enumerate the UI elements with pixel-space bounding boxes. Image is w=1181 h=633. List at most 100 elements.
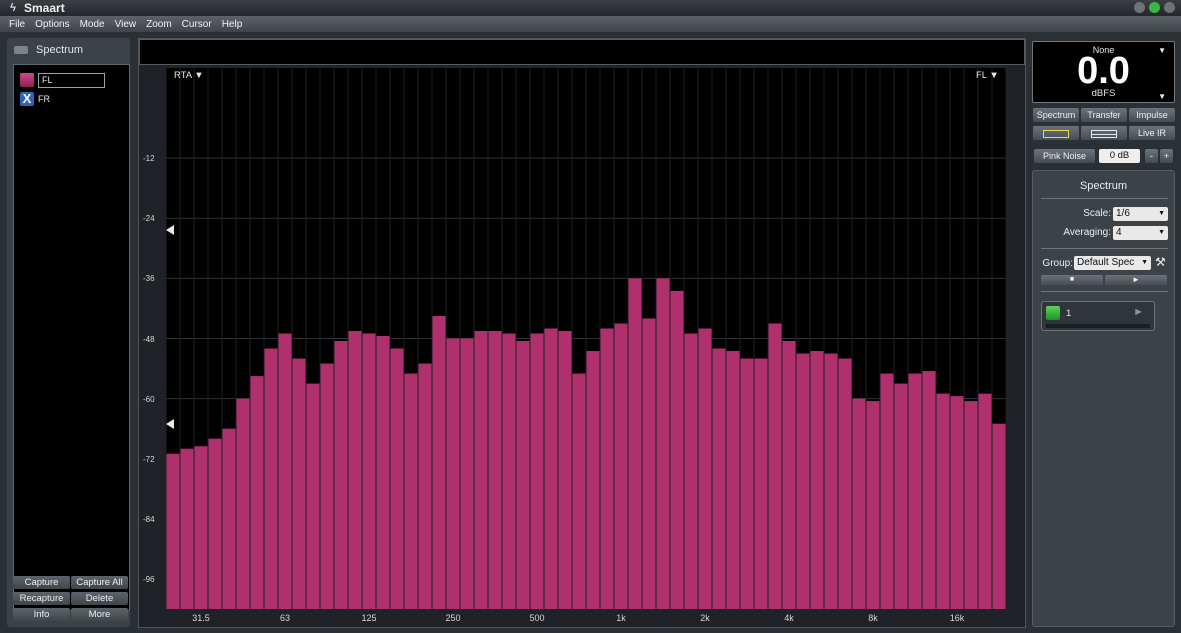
split-view-button[interactable] (1081, 126, 1127, 140)
group-label: Group: (1042, 258, 1073, 269)
y-tick-label: -12 (143, 154, 155, 164)
x-tick-label: 500 (529, 613, 545, 623)
rta-chart (166, 68, 1006, 609)
pink-noise-decrease-button[interactable]: - (1145, 149, 1158, 163)
pink-noise-increase-button[interactable]: + (1160, 149, 1173, 163)
menu-file[interactable]: File (9, 19, 25, 30)
spectrum-bar (418, 363, 432, 609)
live-ir-button[interactable]: Live IR (1129, 126, 1175, 140)
spectrum-bar (544, 328, 558, 609)
spectrum-bar (684, 333, 698, 609)
trace-item-fl[interactable]: FL (20, 72, 105, 88)
delete-button[interactable]: Delete (71, 592, 128, 605)
upper-threshold-marker[interactable] (166, 225, 174, 235)
spectrum-bar (964, 401, 978, 609)
menu-view[interactable]: View (115, 19, 137, 30)
trace-hidden-icon[interactable]: X (20, 92, 34, 106)
meter-unit-dropdown-icon[interactable]: ▼ (1158, 92, 1166, 101)
meter-unit: dBFS (1091, 88, 1116, 99)
spectrum-bar (810, 351, 824, 609)
transfer-mode-button[interactable]: Transfer (1081, 108, 1127, 122)
spectrum-bar (250, 376, 264, 609)
spectrum-bar (320, 363, 334, 609)
scale-value: 1/6 (1116, 208, 1130, 219)
y-tick-label: -84 (143, 514, 155, 524)
trace-panel: Spectrum FL X FR Capture Capture All Rec… (7, 38, 130, 627)
spectrum-bar (600, 328, 614, 609)
spectrum-bar (628, 278, 642, 609)
trace-name: FR (38, 94, 50, 104)
impulse-mode-button[interactable]: Impulse (1129, 108, 1175, 122)
maximize-button[interactable] (1149, 2, 1160, 13)
spectrum-bar (278, 333, 292, 609)
rta-mode-selector[interactable]: RTA ▼ (174, 70, 204, 81)
spectrum-bar (306, 383, 320, 609)
trace-item-fr[interactable]: X FR (20, 91, 50, 107)
trace-name-field[interactable]: FL (38, 72, 105, 88)
spectrum-bar (222, 428, 236, 609)
capture-button[interactable]: Capture (13, 576, 70, 589)
pink-noise-button[interactable]: Pink Noise (1034, 149, 1095, 163)
menu-zoom[interactable]: Zoom (146, 19, 172, 30)
spectrum-bar (726, 351, 740, 609)
trace-selector[interactable]: FL ▼ (976, 70, 999, 81)
spectrum-bar (236, 398, 250, 609)
spectrum-bar (768, 323, 782, 609)
trace-list: FL X FR (13, 64, 130, 611)
single-view-button[interactable] (1033, 126, 1079, 140)
window-title: Smaart (24, 1, 65, 15)
spectrum-bar (502, 333, 516, 609)
spectrum-mode-button[interactable]: Spectrum (1033, 108, 1079, 122)
lower-threshold-marker[interactable] (166, 419, 174, 429)
averaging-label: Averaging: (1063, 227, 1111, 238)
averaging-value: 4 (1116, 227, 1122, 238)
x-tick-label: 1k (616, 613, 626, 623)
minimize-button[interactable] (1134, 2, 1145, 13)
divider (1041, 248, 1168, 249)
spectrum-bar (180, 448, 194, 609)
start-all-button[interactable]: ► (1105, 275, 1167, 285)
spectrum-bar (670, 290, 684, 609)
y-tick-label: -24 (143, 214, 155, 224)
averaging-select[interactable]: 4 ▼ (1113, 226, 1168, 240)
spectrum-bar (922, 371, 936, 609)
tools-icon[interactable]: ⚒ (1155, 255, 1166, 269)
scale-select[interactable]: 1/6 ▼ (1113, 207, 1168, 221)
capture-all-button[interactable]: Capture All (71, 576, 128, 589)
menu-mode[interactable]: Mode (80, 19, 105, 30)
group-select[interactable]: Default Spec ▼ (1074, 256, 1151, 270)
x-tick-label: 63 (279, 613, 291, 623)
chevron-down-icon: ▼ (1158, 210, 1165, 217)
spectrum-bar (474, 330, 488, 609)
panel-toggle[interactable] (14, 46, 28, 54)
recapture-button[interactable]: Recapture (13, 592, 70, 605)
close-button[interactable] (1164, 2, 1175, 13)
level-meter[interactable]: None ▼ 0.0 dBFS ▼ (1032, 41, 1175, 103)
x-tick-label: 4k (784, 613, 794, 623)
y-tick-label: -96 (143, 574, 155, 584)
rta-plot-area[interactable] (166, 68, 1006, 609)
spectrum-bar (404, 373, 418, 609)
menu-help[interactable]: Help (222, 19, 243, 30)
stop-all-button[interactable]: ■ (1041, 275, 1103, 285)
measurement-active-indicator[interactable] (1046, 306, 1060, 320)
measurement-config-item[interactable]: 1 ► (1041, 301, 1155, 331)
y-tick-label: -36 (143, 274, 155, 284)
settings-title: Spectrum (1079, 180, 1128, 192)
spectrum-bar (166, 453, 180, 609)
info-button[interactable]: Info (13, 608, 70, 621)
spectrum-graph: -12 -24 -36 -48 -60 -72 -84 -96 31.5 63 125 250 500… (138, 38, 1026, 628)
x-tick-label: 8k (868, 613, 878, 623)
spectrum-bar (516, 341, 530, 609)
spectrum-bar (572, 373, 586, 609)
more-button[interactable]: More (71, 608, 128, 621)
trace-color-swatch[interactable] (20, 73, 34, 87)
chevron-down-icon: ▼ (1141, 259, 1148, 266)
menu-cursor[interactable]: Cursor (182, 19, 212, 30)
trace-panel-title: Spectrum (36, 44, 84, 56)
menu-options[interactable]: Options (35, 19, 69, 30)
play-icon[interactable]: ► (1133, 306, 1144, 318)
spectrum-bar (880, 373, 894, 609)
spectrum-bar (992, 423, 1006, 609)
pink-noise-level[interactable]: 0 dB (1099, 149, 1140, 163)
